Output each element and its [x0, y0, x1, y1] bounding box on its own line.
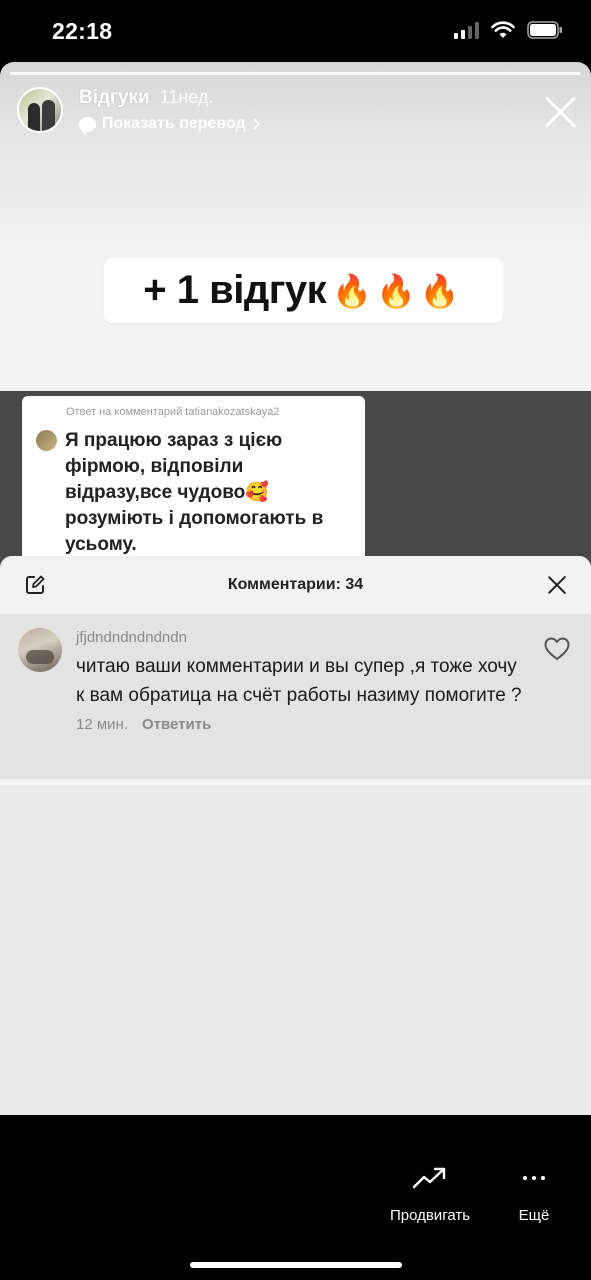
- status-time: 22:18: [52, 18, 113, 44]
- comments-count-title: Комментарии: 34: [227, 576, 364, 593]
- reply-comment-card: Ответ на комментарий tatianakozatskaya2 …: [22, 396, 365, 571]
- comments-divider: [0, 779, 591, 785]
- reply-meta: Ответ на комментарий tatianakozatskaya2: [66, 406, 280, 418]
- reply-button[interactable]: Ответить: [142, 716, 211, 733]
- comment-text: читаю ваши комментарии и вы супер ,я тож…: [76, 656, 522, 706]
- promote-button[interactable]: Продвигать: [378, 1159, 482, 1224]
- translate-bubble-icon: [79, 116, 96, 135]
- comment-avatar[interactable]: [18, 628, 62, 672]
- story-text-sticker: + 1 відгук 🔥🔥🔥: [104, 258, 503, 323]
- wifi-icon: [491, 21, 515, 38]
- story-avatar[interactable]: [17, 87, 63, 133]
- close-icon[interactable]: [547, 575, 567, 595]
- story-age: 11нед.: [159, 87, 214, 107]
- home-indicator[interactable]: [190, 1262, 402, 1268]
- heart-icon[interactable]: [543, 636, 571, 662]
- story-progress-bar: [10, 72, 581, 75]
- story-title[interactable]: Відгуки: [79, 87, 150, 109]
- signal-icon: [454, 21, 479, 39]
- fire-emoji: 🔥🔥🔥: [332, 272, 464, 309]
- more-dots-icon: [523, 1176, 545, 1180]
- status-icons: [454, 21, 563, 39]
- reply-avatar: [36, 430, 57, 451]
- more-button[interactable]: Ещё: [506, 1159, 562, 1224]
- chevron-right-icon: [253, 118, 260, 130]
- comment-username[interactable]: jfjdndndndndndn: [76, 629, 526, 646]
- comment-time: 12 мин.: [76, 716, 128, 733]
- more-label: Ещё: [518, 1207, 550, 1224]
- status-bar: 22:18: [0, 0, 591, 62]
- reply-text: Я працюю зараз з цією фірмою, відповіли …: [65, 430, 324, 555]
- story-header: Відгуки 11нед. Показать перевод: [17, 87, 262, 135]
- comments-sheet-header: Комментарии: 34: [0, 556, 591, 614]
- promote-label: Продвигать: [389, 1207, 471, 1224]
- trending-icon: [412, 1167, 446, 1189]
- comments-sheet: Комментарии: 34 jfjdndndndndndn читаю ва…: [0, 556, 591, 1115]
- show-translation-button[interactable]: Показать перевод: [79, 115, 262, 135]
- comment-item[interactable]: jfjdndndndndndn читаю ваши комментарии и…: [0, 614, 591, 779]
- battery-icon: [527, 21, 562, 39]
- sticker-text: + 1 відгук: [143, 268, 327, 312]
- bottom-action-bar: Продвигать Ещё: [0, 1115, 591, 1280]
- show-translation-label: Показать перевод: [102, 115, 246, 132]
- close-story-button[interactable]: [543, 95, 577, 129]
